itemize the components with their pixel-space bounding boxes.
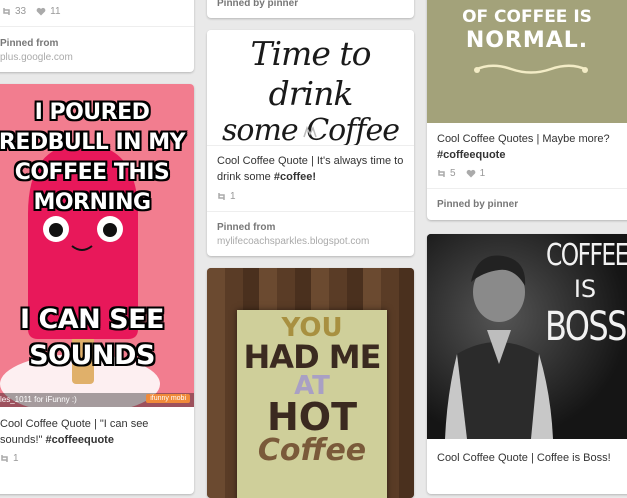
heart-icon [36,7,46,16]
pin-description: Cool Coffee Quote | Coffee is Boss! [437,450,627,466]
like-count: 11 [50,6,61,17]
pinned-from-label: Pinned from [217,222,276,233]
description-text: Cool Coffee Quotes | Maybe more? [437,133,610,145]
divider [207,145,414,146]
pin-description: Cool Coffee Quote | It's always time to … [217,153,406,185]
pin-stats: 33 11 [2,6,61,17]
divider [427,188,627,189]
pin-description: Cool Coffee Quotes | Maybe more? #coffee… [437,131,627,163]
like-count: 1 [479,168,486,179]
pin-description: Cool Coffee Quote | "I can see sounds!" … [0,416,186,448]
description-text: Cool Coffee Quote | Coffee is Boss! [437,452,611,464]
repin-icon [3,8,10,15]
sign-text: YOU HAD ME AT HOT Coffee [243,313,382,468]
hashtag-link[interactable]: #coffee! [274,171,316,183]
heart-icon [466,169,475,178]
pinned-from-source[interactable]: mylifecoachsparkles.blogspot.com [217,236,369,247]
quote-text: COFFEE IS BOSS [545,238,627,350]
pin-image[interactable]: YOU HAD ME AT HOT Coffee [207,268,414,498]
repin-count: 5 [450,168,456,179]
pin-stats: 5 1 [437,168,485,179]
meme-top-text: I POURED REDBULL IN MY COFFEE THIS MORNI… [0,100,186,215]
pin-card-coffee-is-boss[interactable]: COFFEE IS BOSS Cool Coffee Quote | Coffe… [427,234,627,494]
divider [207,211,414,212]
pinned-from-source[interactable]: plus.google.com [0,52,73,63]
repin-icon [218,193,225,200]
pin-card-time-to-drink[interactable]: Time to drink some Coffee Cool Coffee Qu… [207,30,414,256]
pin-image[interactable]: Time to drink some Coffee [207,30,414,145]
repin-icon [1,455,8,462]
pinned-by-label: Pinned by pinner [217,0,299,9]
hashtag-link[interactable]: #coffeequote [437,149,505,161]
pin-stats: 1 [217,191,236,202]
pin-card-top-middle[interactable]: Pinned by pinner [207,0,414,18]
pin-image[interactable]: I POURED REDBULL IN MY COFFEE THIS MORNI… [0,84,194,407]
pinned-from-label: Pinned from [0,38,59,49]
watermark-right: ifunny mobi [146,394,190,403]
divider [0,26,194,27]
meme-bottom-text: I CAN SEE SOUNDS [20,304,165,371]
pin-stats: 1 [0,453,19,464]
pin-card-normal[interactable]: OF COFFEE IS NORMAL. Cool Coffee Quotes … [427,0,627,220]
pin-card-redbull[interactable]: I POURED REDBULL IN MY COFFEE THIS MORNI… [0,84,194,494]
logo-mark-icon [303,126,317,138]
pin-image[interactable]: OF COFFEE IS NORMAL. [427,0,627,123]
pinned-by-label: Pinned by pinner [437,199,519,210]
repin-icon [438,170,445,177]
repin-count: 1 [230,191,236,202]
pin-card-gplus[interactable]: 33 11 Pinned from plus.google.com [0,0,194,72]
repin-count: 1 [13,453,19,464]
watermark-bar: les_1011 for iFunny :) ifunny mobi [0,393,194,407]
pin-card-hot-coffee[interactable]: YOU HAD ME AT HOT Coffee [207,268,414,498]
repin-count: 33 [15,6,27,17]
quote-text: OF COFFEE IS NORMAL. [462,7,592,53]
flourish-icon [474,64,588,74]
watermark-left: les_1011 for iFunny :) [0,395,77,404]
pin-image[interactable]: COFFEE IS BOSS [427,234,627,439]
hashtag-link[interactable]: #coffeequote [46,434,114,446]
